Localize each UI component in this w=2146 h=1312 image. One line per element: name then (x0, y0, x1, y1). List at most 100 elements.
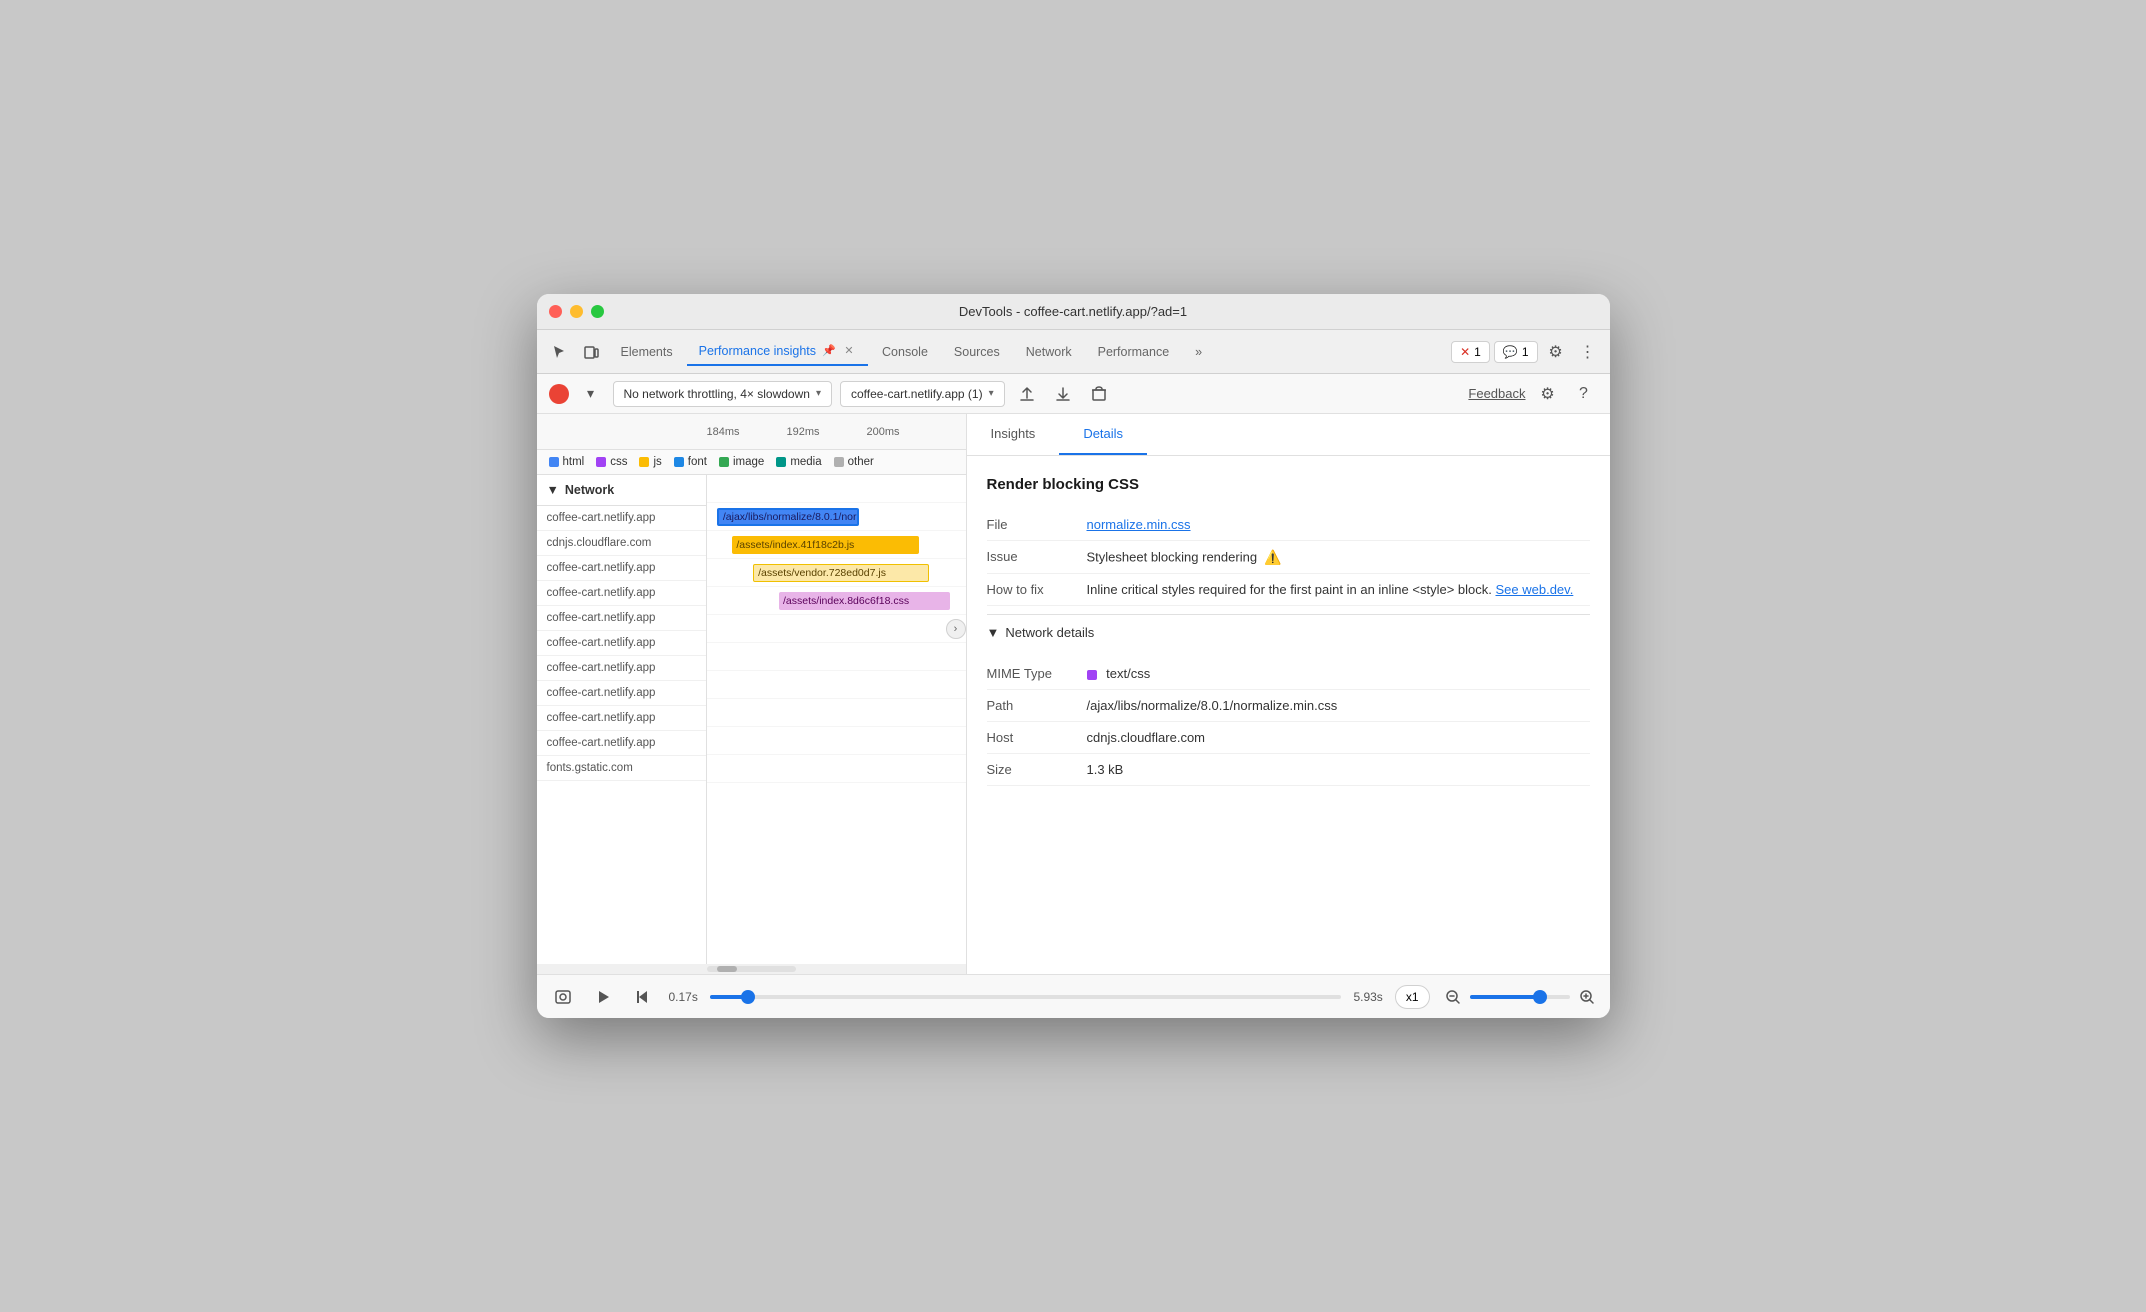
tab-more[interactable]: » (1183, 339, 1214, 365)
legend-image-label: image (733, 456, 764, 468)
issue-value: Stylesheet blocking rendering ⚠️ (1087, 549, 1590, 565)
list-item[interactable]: coffee-cart.netlify.app (537, 581, 706, 606)
message-badge[interactable]: 💬 1 (1494, 341, 1538, 363)
time-mark-200: 200ms (867, 426, 947, 438)
delete-icon[interactable] (1085, 380, 1113, 408)
chart-area: /ajax/libs/normalize/8.0.1/normalize.min… (707, 475, 966, 783)
list-item[interactable]: cdnjs.cloudflare.com (537, 531, 706, 556)
zoom-slider-thumb[interactable] (1533, 990, 1547, 1004)
tab-console[interactable]: Console (870, 339, 940, 365)
zoom-in-icon[interactable] (1576, 986, 1598, 1008)
minimize-button[interactable] (570, 305, 583, 318)
network-section-header[interactable]: ▼ Network (537, 475, 706, 506)
list-item[interactable]: coffee-cart.netlify.app (537, 631, 706, 656)
maximize-button[interactable] (591, 305, 604, 318)
more-menu-icon[interactable]: ⋮ (1574, 338, 1602, 366)
tab-sources[interactable]: Sources (942, 339, 1012, 365)
chart-row[interactable]: /ajax/libs/normalize/8.0.1/normalize.min… (707, 503, 966, 531)
network-bar-vendor-js[interactable]: /assets/vendor.728ed0d7.js (753, 564, 929, 582)
throttle-label: No network throttling, 4× slowdown (624, 387, 810, 401)
skip-to-start-button[interactable] (629, 983, 657, 1011)
chart-row (707, 643, 966, 671)
details-row-size: Size 1.3 kB (987, 754, 1590, 786)
chart-row[interactable]: /assets/index.8d6c6f18.css (707, 587, 966, 615)
speed-button[interactable]: x1 (1395, 985, 1430, 1009)
settings-gear-icon[interactable]: ⚙ (1534, 380, 1562, 408)
details-row-how-to-fix: How to fix Inline critical styles requir… (987, 574, 1590, 606)
legend-other: other (834, 456, 874, 468)
legend-css-label: css (610, 456, 627, 468)
list-item[interactable]: coffee-cart.netlify.app (537, 731, 706, 756)
timeline-chart: /ajax/libs/normalize/8.0.1/normalize.min… (707, 475, 966, 964)
tab-performance[interactable]: Performance (1086, 339, 1182, 365)
path-value: /ajax/libs/normalize/8.0.1/normalize.min… (1087, 698, 1590, 713)
upload-icon[interactable] (1013, 380, 1041, 408)
font-color-dot (674, 457, 684, 467)
tab-performance-insights[interactable]: Performance insights 📌 ✕ (687, 338, 868, 366)
other-color-dot (834, 457, 844, 467)
cursor-icon[interactable] (545, 338, 573, 366)
list-item[interactable]: coffee-cart.netlify.app (537, 506, 706, 531)
network-bar-normalize[interactable]: /ajax/libs/normalize/8.0.1/normalize.min… (717, 508, 859, 526)
list-item[interactable]: fonts.gstatic.com (537, 756, 706, 781)
chart-row[interactable]: /assets/vendor.728ed0d7.js (707, 559, 966, 587)
list-item[interactable]: coffee-cart.netlify.app (537, 606, 706, 631)
tab-elements[interactable]: Elements (609, 339, 685, 365)
mime-type-dot (1087, 670, 1097, 680)
screenshot-icon[interactable] (549, 983, 577, 1011)
playback-slider[interactable] (710, 995, 1342, 999)
chevron-down-icon: ▾ (816, 388, 821, 399)
right-panel: Insights Details Render blocking CSS Fil… (967, 414, 1610, 974)
network-bar-index-js[interactable]: /assets/index.41f18c2b.js (732, 536, 918, 554)
download-icon[interactable] (1049, 380, 1077, 408)
close-button[interactable] (549, 305, 562, 318)
normalize-css-link[interactable]: normalize.min.css (1087, 517, 1191, 532)
chart-row (707, 755, 966, 783)
list-item[interactable]: coffee-cart.netlify.app (537, 706, 706, 731)
network-panel: ▼ Network coffee-cart.netlify.app cdnjs.… (537, 475, 966, 964)
list-item[interactable]: coffee-cart.netlify.app (537, 656, 706, 681)
network-bar-index-css[interactable]: /assets/index.8d6c6f18.css (779, 592, 950, 610)
scroll-thumb[interactable] (717, 966, 737, 972)
play-button[interactable] (589, 983, 617, 1011)
error-badge[interactable]: ✕ 1 (1451, 341, 1490, 363)
legend-font: font (674, 456, 707, 468)
zoom-slider-track[interactable] (1470, 995, 1570, 999)
network-details-header[interactable]: ▼ Network details (987, 614, 1590, 650)
legend-html-label: html (563, 456, 585, 468)
settings-icon[interactable]: ⚙ (1542, 338, 1570, 366)
legend-media: media (776, 456, 821, 468)
time-start-label: 0.17s (669, 990, 698, 1004)
scroll-area (537, 964, 966, 974)
record-button[interactable] (549, 384, 569, 404)
see-webdev-link[interactable]: See web.dev. (1496, 582, 1574, 597)
slider-track[interactable] (710, 995, 1342, 999)
help-icon[interactable]: ? (1570, 380, 1598, 408)
zoom-out-icon[interactable] (1442, 986, 1464, 1008)
list-item[interactable]: coffee-cart.netlify.app (537, 681, 706, 706)
slider-thumb[interactable] (741, 990, 755, 1004)
css-color-dot (596, 457, 606, 467)
tab-insights[interactable]: Insights (967, 414, 1060, 455)
network-header-label: Network (565, 483, 614, 497)
host-value: cdnjs.cloudflare.com (1087, 730, 1590, 745)
list-item[interactable]: coffee-cart.netlify.app (537, 556, 706, 581)
site-dropdown[interactable]: coffee-cart.netlify.app (1) ▾ (840, 381, 1005, 407)
path-label: Path (987, 698, 1087, 713)
mime-value: text/css (1087, 666, 1590, 681)
mime-text: text/css (1106, 666, 1150, 681)
tab-details[interactable]: Details (1059, 414, 1147, 455)
tabs-container: Elements Performance insights 📌 ✕ Consol… (609, 338, 1448, 366)
dropdown-arrow-icon[interactable]: ▾ (577, 380, 605, 408)
chart-row[interactable]: /assets/index.41f18c2b.js (707, 531, 966, 559)
scroll-track[interactable] (707, 966, 796, 972)
device-icon[interactable] (577, 338, 605, 366)
feedback-button[interactable]: Feedback (1468, 386, 1525, 401)
legend-other-label: other (848, 456, 874, 468)
tab-close-icon[interactable]: ✕ (842, 344, 856, 358)
tab-network[interactable]: Network (1014, 339, 1084, 365)
window-title: DevTools - coffee-cart.netlify.app/?ad=1 (959, 304, 1187, 319)
throttle-dropdown[interactable]: No network throttling, 4× slowdown ▾ (613, 381, 832, 407)
expand-panel-button[interactable]: › (946, 619, 966, 639)
details-row-path: Path /ajax/libs/normalize/8.0.1/normaliz… (987, 690, 1590, 722)
